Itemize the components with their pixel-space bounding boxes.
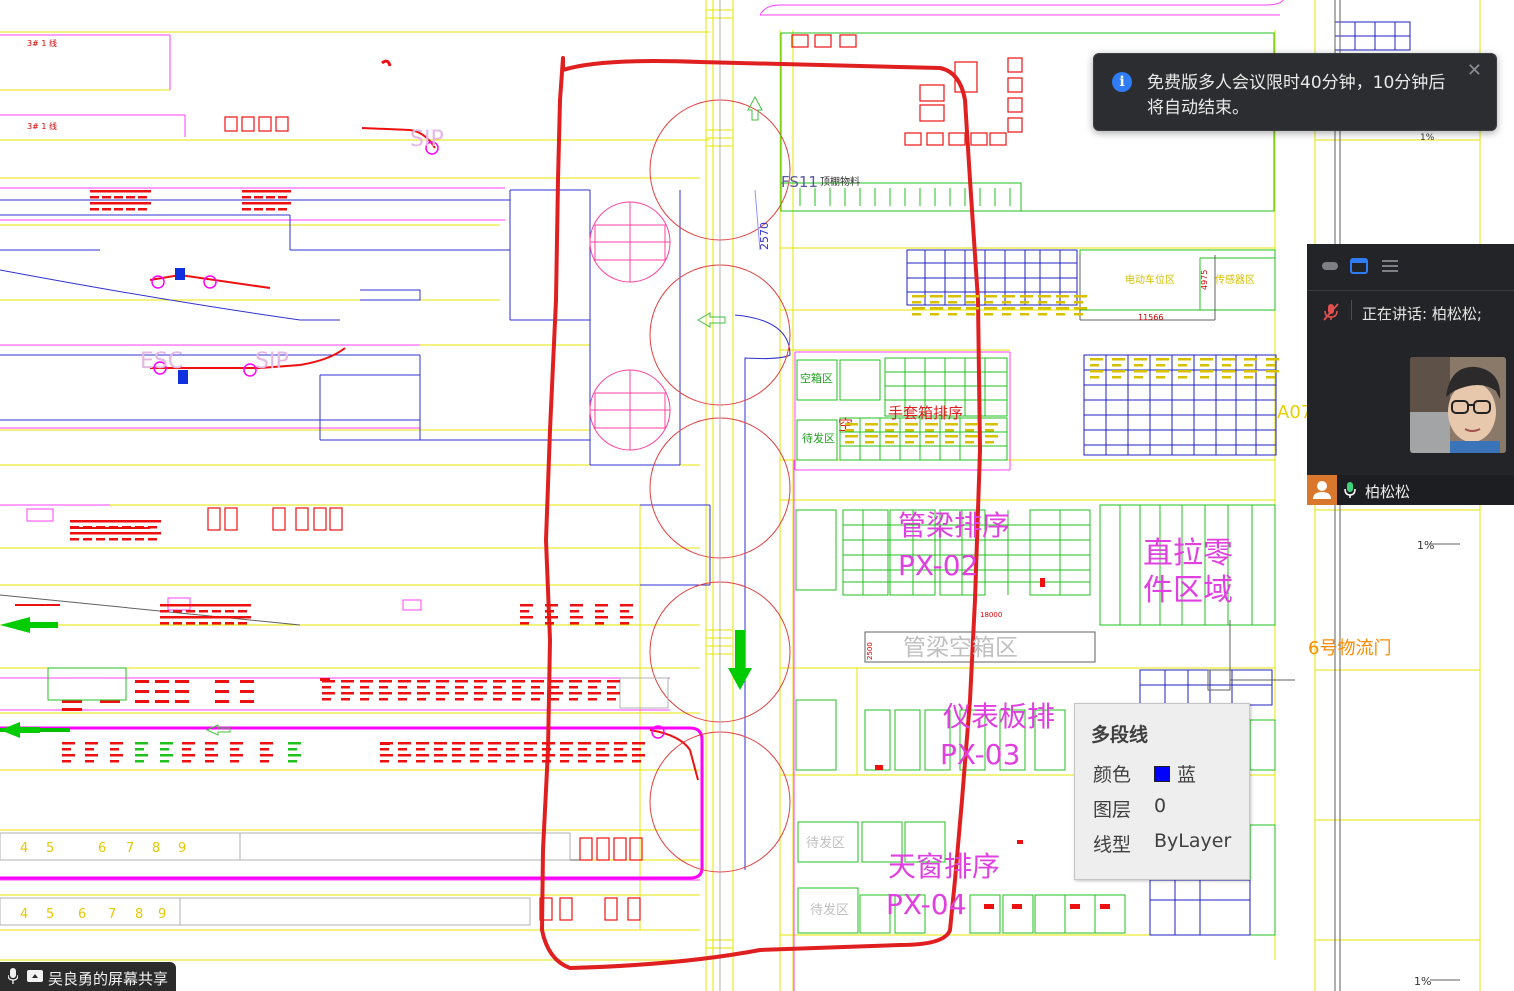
mic-icon xyxy=(1344,482,1356,498)
label-beam-empty-box: 管梁空箱区 xyxy=(903,635,1018,661)
label-pending-area: 待发区 xyxy=(802,431,835,445)
participant-name: 柏松松 xyxy=(1365,483,1411,501)
minimize-panel-icon[interactable] xyxy=(1321,258,1339,274)
screen-share-icon xyxy=(27,970,43,982)
color-swatch xyxy=(1154,766,1170,782)
active-speaker-row: 正在讲话: 柏松松; xyxy=(1307,296,1514,326)
label-px03: PX-03 xyxy=(940,738,1020,771)
color-value: 蓝 xyxy=(1154,760,1196,787)
mic-icon xyxy=(8,968,18,984)
label-px04: PX-04 xyxy=(886,888,966,921)
label-sensor-area: 传感器区 xyxy=(1215,273,1255,286)
label-line-tag-1: 3# 1 线 xyxy=(27,38,57,48)
row-num: 4 xyxy=(20,841,28,856)
info-icon: i xyxy=(1112,72,1132,92)
participant-name-bar: 柏松松 xyxy=(1307,475,1514,505)
screen-share-indicator[interactable]: 吴良勇的屏幕共享 xyxy=(0,962,176,991)
row-num: 9 xyxy=(158,907,166,922)
user-icon xyxy=(1307,475,1337,505)
label-dim-4975: 4975 xyxy=(1200,270,1209,290)
participant-face-image xyxy=(1410,357,1506,453)
list-view-icon[interactable] xyxy=(1381,258,1399,274)
cad-drawing-canvas[interactable]: FS11 顶棚物料 2570 电动车位区 传感器区 4975 11566 空箱区… xyxy=(0,0,1514,991)
object-type: 多段线 xyxy=(1091,724,1149,746)
label-dim-2500: 2500 xyxy=(866,642,874,660)
close-icon[interactable]: ✕ xyxy=(1467,60,1482,81)
label-straight-parts-1: 直拉零 xyxy=(1143,536,1233,571)
label-slope-2: 1% xyxy=(1414,975,1431,988)
row-num: 6 xyxy=(78,907,86,922)
label-slope-1: 1% xyxy=(1417,539,1434,552)
label-fs11-sub: 顶棚物料 xyxy=(820,175,860,188)
row-num: 7 xyxy=(126,841,134,856)
separator xyxy=(1351,300,1352,320)
row-num: 6 xyxy=(98,841,106,856)
gallery-view-icon[interactable] xyxy=(1350,258,1368,274)
linetype-value: ByLayer xyxy=(1154,830,1232,852)
label-electric-area: 电动车位区 xyxy=(1125,273,1175,286)
label-slope-3: 1% xyxy=(1420,133,1435,143)
row-num: 4 xyxy=(20,907,28,922)
color-label: 颜色 xyxy=(1093,764,1132,786)
label-fs11: FS11 xyxy=(781,173,818,191)
speaking-prefix: 正在讲话: xyxy=(1362,305,1428,323)
panel-toolbar xyxy=(1307,244,1514,290)
label-esc: ESC xyxy=(140,349,183,374)
label-line-tag-2: 3# 1 线 xyxy=(27,121,57,131)
row-num: 5 xyxy=(46,841,54,856)
panel-divider xyxy=(1307,290,1514,291)
speaking-name: 柏松松; xyxy=(1431,305,1482,323)
linetype-label: 线型 xyxy=(1093,834,1132,856)
mic-off-icon[interactable] xyxy=(1321,302,1341,322)
label-panel-sort: 仪表板排 xyxy=(943,700,1055,733)
label-dim-18000: 18000 xyxy=(980,611,1002,619)
row-num: 7 xyxy=(108,907,116,922)
label-dim-2570: 2570 xyxy=(758,222,771,250)
free-meeting-limit-notification: i 免费版多人会议限时40分钟，10分钟后将自动结束。 ✕ xyxy=(1093,53,1497,131)
notification-message: 免费版多人会议限时40分钟，10分钟后将自动结束。 xyxy=(1147,73,1446,118)
row-num: 5 xyxy=(46,907,54,922)
meeting-video-panel: 正在讲话: 柏松松; 柏松松 xyxy=(1307,244,1514,505)
label-straight-parts-2: 件区域 xyxy=(1143,573,1233,608)
row-num: 8 xyxy=(152,841,160,856)
label-beam-sort: 管梁排序 xyxy=(898,509,1010,542)
layer-value: 0 xyxy=(1154,795,1167,817)
screen-share-label: 吴良勇的屏幕共享 xyxy=(48,970,169,988)
label-dim-11566: 11566 xyxy=(1138,313,1163,322)
label-sunroof-sort: 天窗排序 xyxy=(888,850,1000,883)
label-sip-2: SIP xyxy=(410,127,444,152)
label-pending-area-3: 待发区 xyxy=(810,902,849,918)
participant-video[interactable] xyxy=(1410,357,1506,453)
label-door-6: 6号物流门 xyxy=(1308,638,1391,659)
label-px02: PX-02 xyxy=(898,549,978,582)
label-glove-box-sort: 手套箱排序 xyxy=(888,404,963,422)
polyline-properties-tooltip: 多段线 颜色 蓝 图层 0 线型 ByLayer xyxy=(1074,703,1250,880)
label-pending-area-2: 待发区 xyxy=(806,835,845,851)
label-empty-box-area: 空箱区 xyxy=(800,371,833,385)
row-num: 8 xyxy=(135,907,143,922)
row-num: 9 xyxy=(178,841,186,856)
speaking-label: 正在讲话: 柏松松; xyxy=(1362,303,1482,324)
layer-label: 图层 xyxy=(1093,799,1132,821)
color-name: 蓝 xyxy=(1177,764,1197,786)
label-sip-1: SIP xyxy=(255,349,289,374)
